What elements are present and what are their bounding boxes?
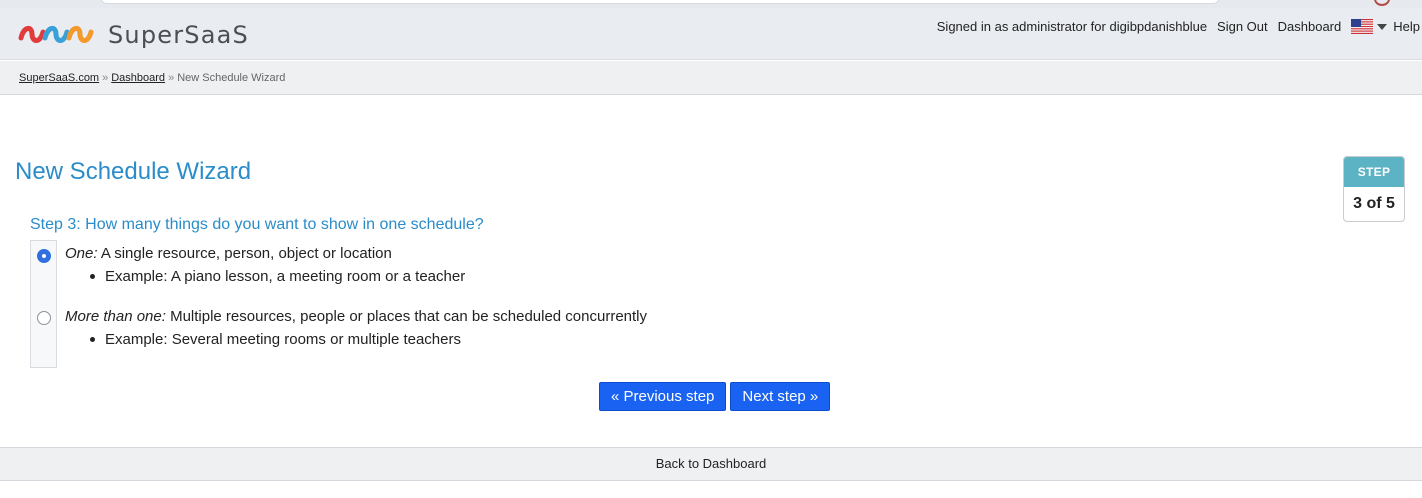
next-step-button[interactable]: Next step » bbox=[730, 382, 831, 411]
breadcrumb-separator: » bbox=[168, 72, 175, 84]
breadcrumb-separator: » bbox=[102, 72, 109, 84]
option-one-label: One: bbox=[65, 245, 98, 262]
profile-icon[interactable] bbox=[1374, 0, 1390, 6]
app-header: SuperSaaS Signed in as administrator for… bbox=[0, 8, 1422, 60]
option-more-description: Multiple resources, people or places tha… bbox=[165, 308, 648, 325]
page-title: New Schedule Wizard bbox=[15, 158, 252, 185]
us-flag-icon[interactable] bbox=[1351, 19, 1374, 34]
option-more-example: Example: Several meeting rooms or multip… bbox=[90, 331, 461, 348]
breadcrumb-home-link[interactable]: SuperSaaS.com bbox=[19, 72, 99, 84]
dashboard-link[interactable]: Dashboard bbox=[1278, 19, 1342, 34]
step-question: Step 3: How many things do you want to s… bbox=[30, 216, 484, 233]
radio-column bbox=[30, 240, 57, 368]
bullet-icon bbox=[90, 337, 95, 342]
breadcrumb: SuperSaaS.com» Dashboard» New Schedule Wiz… bbox=[0, 61, 1422, 95]
brand-name: SuperSaaS bbox=[108, 21, 249, 49]
chevron-down-icon[interactable] bbox=[1377, 23, 1388, 30]
option-one[interactable]: One: A single resource, person, object o… bbox=[65, 245, 392, 262]
signed-in-text: Signed in as administrator for digibpdan… bbox=[936, 19, 1208, 34]
address-bar[interactable] bbox=[100, 0, 1220, 4]
radio-more-than-one[interactable] bbox=[37, 311, 51, 325]
help-link[interactable]: Help bbox=[1393, 19, 1420, 34]
option-one-example-text: Example: A piano lesson, a meeting room … bbox=[105, 268, 466, 285]
logo[interactable]: SuperSaaS bbox=[18, 20, 249, 50]
step-label: STEP bbox=[1344, 157, 1404, 187]
sign-out-link[interactable]: Sign Out bbox=[1217, 19, 1268, 34]
step-indicator: STEP 3 of 5 bbox=[1343, 156, 1405, 222]
option-more-example-text: Example: Several meeting rooms or multip… bbox=[105, 331, 461, 348]
option-one-description: A single resource, person, object or loc… bbox=[97, 245, 392, 262]
top-nav: Signed in as administrator for digibpdan… bbox=[937, 19, 1422, 34]
breadcrumb-dashboard-link[interactable]: Dashboard bbox=[111, 72, 165, 84]
option-one-example: Example: A piano lesson, a meeting room … bbox=[90, 268, 465, 285]
bullet-icon bbox=[90, 274, 95, 279]
browser-address-strip bbox=[0, 0, 1422, 8]
supersaas-logo-icon bbox=[18, 26, 94, 43]
previous-step-button[interactable]: « Previous step bbox=[599, 382, 727, 411]
radio-one[interactable] bbox=[37, 249, 51, 263]
wizard-buttons: « Previous step Next step » bbox=[599, 382, 834, 411]
step-value: 3 of 5 bbox=[1353, 195, 1395, 212]
back-to-dashboard-link[interactable]: Back to Dashboard bbox=[656, 456, 767, 471]
option-more-than-one[interactable]: More than one: Multiple resources, peopl… bbox=[65, 308, 647, 325]
footer: Back to Dashboard bbox=[0, 447, 1422, 481]
breadcrumb-current: New Schedule Wizard bbox=[177, 72, 286, 84]
option-more-label: More than one: bbox=[65, 308, 166, 325]
